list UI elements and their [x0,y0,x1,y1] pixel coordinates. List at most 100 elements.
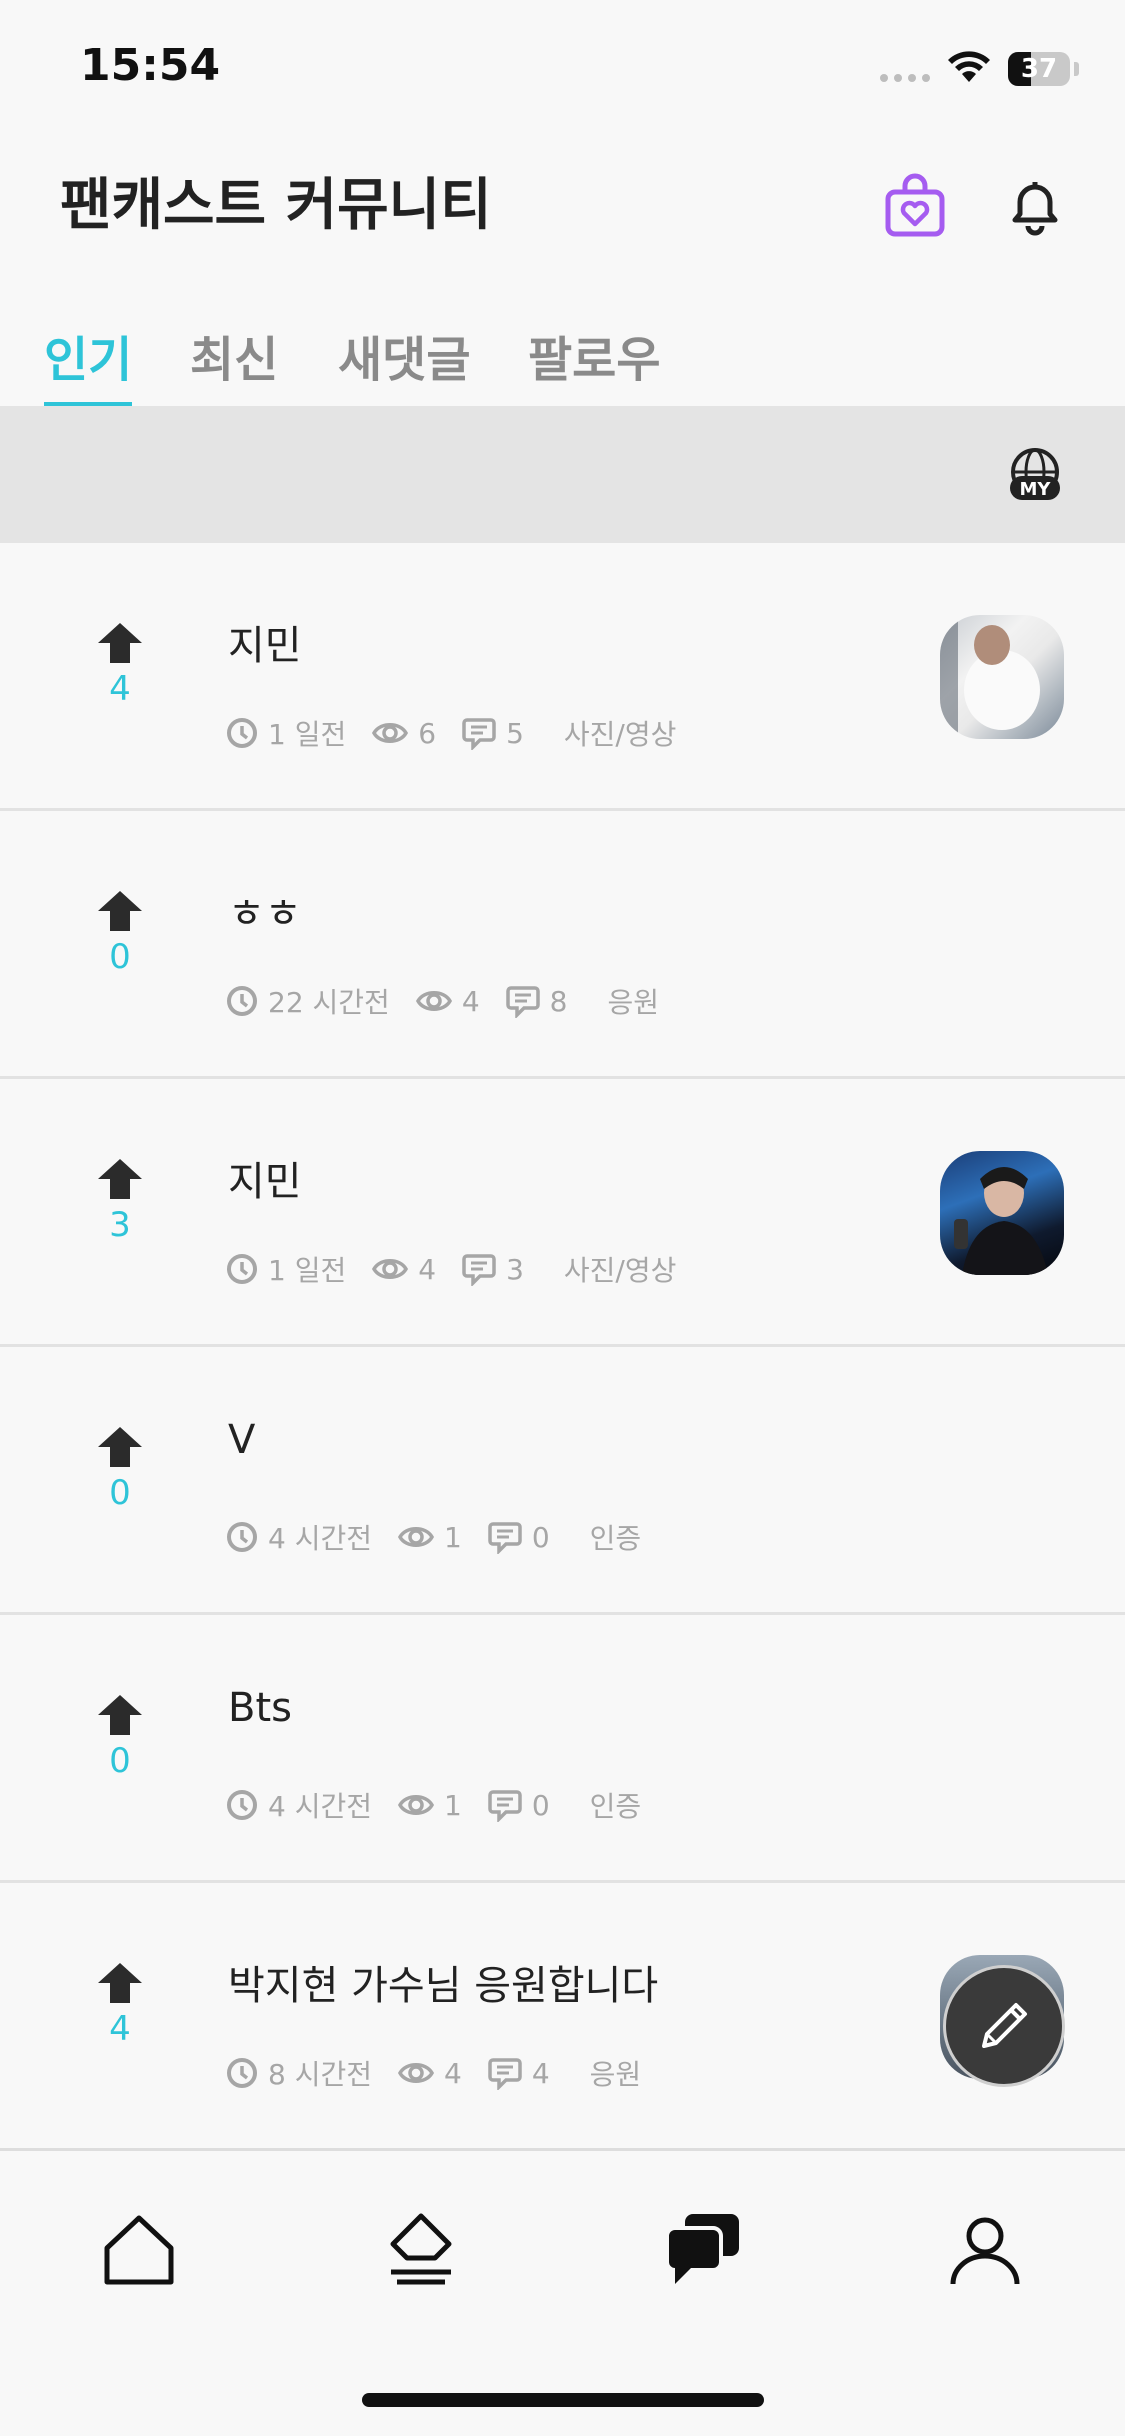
post-meta: 8 시간전 4 4 응원 [226,2053,641,2093]
filter-bar: MY [0,406,1125,543]
eye-icon [372,1259,409,1279]
upvote-arrow-icon[interactable] [96,1157,144,1201]
pencil-icon [982,2003,1027,2048]
comment-count: 3 [506,1252,524,1286]
tab-popular[interactable]: 인기 [44,320,133,406]
status-bar: 15:54 37 [0,0,1125,130]
post-meta: 1 일전 4 3 사진/영상 [226,1249,676,1289]
post-category: 사진/영상 [563,718,677,751]
comment-count: 4 [531,2056,550,2090]
home-icon [104,2215,174,2285]
comment-icon [488,1790,522,1822]
comment-icon [488,2058,522,2090]
post-category: 인증 [589,1790,642,1823]
app-header: 팬캐스트 커뮤니티 [0,130,1125,270]
tab-new-comments[interactable]: 새댓글 [338,320,470,406]
post-item[interactable]: 0 V 4 시간전 1 0 인증 [0,1347,1125,1615]
clock-icon [227,1790,257,1820]
eye-icon [398,1795,434,1815]
bell-icon[interactable] [1000,170,1070,240]
vote-count: 0 [109,1741,131,1781]
post-time: 4 시간전 [268,1790,372,1823]
view-count: 1 [444,1788,462,1822]
post-time: 1 일전 [268,718,347,751]
eye-icon [372,723,409,743]
clock-icon [227,986,257,1016]
vote-widget: 3 [90,1157,150,1245]
eye-icon [415,991,452,1011]
comment-icon [462,1254,496,1286]
post-title: 지민 [228,623,302,669]
post-time: 8 시간전 [268,2058,372,2091]
post-item[interactable]: 4 지민 1 일전 6 5 사진/영상 [0,543,1125,811]
wifi-icon [946,50,992,88]
clock-icon [227,1522,257,1552]
post-title: 박지현 가수님 응원합니다 [228,1963,659,2009]
comment-count: 5 [506,716,524,750]
page-title: 팬캐스트 커뮤니티 [60,173,492,238]
eye-icon [398,1527,434,1547]
vote-widget: 0 [90,889,150,977]
vote-icon [390,2213,452,2285]
vote-widget: 0 [90,1425,150,1513]
vote-count: 4 [109,2009,131,2049]
post-thumbnail[interactable] [940,615,1064,739]
view-count: 4 [444,2056,462,2090]
my-globe-icon[interactable]: MY [1000,446,1070,506]
post-list: 4 지민 1 일전 6 5 사진/영상 0 ㅎㅎ 22 시간전 4 8 응원 3 [0,543,1125,2151]
post-item[interactable]: 0 Bts 4 시간전 1 0 인증 [0,1615,1125,1883]
vote-count: 4 [109,669,131,709]
post-item[interactable]: 0 ㅎㅎ 22 시간전 4 8 응원 [0,811,1125,1079]
post-title: ㅎㅎ [228,891,302,937]
cellular-signal-icon [880,74,932,84]
post-item[interactable]: 3 지민 1 일전 4 3 사진/영상 [0,1079,1125,1347]
post-meta: 4 시간전 1 0 인증 [226,1785,641,1825]
vote-count: 0 [109,1473,131,1513]
post-thumbnail[interactable] [940,1151,1064,1275]
post-meta: 4 시간전 1 0 인증 [226,1517,641,1557]
battery-tip [1074,62,1079,76]
community-chat-icon [665,2214,739,2284]
upvote-arrow-icon[interactable] [96,1693,144,1737]
nav-community[interactable] [658,2205,748,2295]
post-category: 사진/영상 [563,1254,677,1287]
post-meta: 1 일전 6 5 사진/영상 [226,713,676,753]
view-count: 4 [418,1252,437,1286]
vote-widget: 4 [90,621,150,709]
nav-vote[interactable] [376,2205,466,2295]
tab-bar: 인기 최신 새댓글 팔로우 [0,320,1125,406]
post-title: V [228,1417,256,1463]
upvote-arrow-icon[interactable] [96,889,144,933]
clock-icon [227,2058,257,2088]
clock-icon [227,1254,257,1284]
tab-follow[interactable]: 팔로우 [528,320,660,406]
vote-widget: 0 [90,1693,150,1781]
profile-icon [950,2217,1020,2285]
post-category: 응원 [589,2058,642,2091]
post-category: 인증 [589,1522,642,1555]
upvote-arrow-icon[interactable] [96,1961,144,2005]
post-time: 1 일전 [268,1254,347,1287]
battery-icon: 37 [1008,52,1070,86]
comment-icon [462,718,496,750]
clock-icon [227,718,257,748]
nav-home[interactable] [94,2205,184,2295]
post-title: 지민 [228,1159,302,1205]
upvote-arrow-icon[interactable] [96,621,144,665]
comment-count: 0 [531,1520,550,1554]
eye-icon [398,2063,434,2083]
home-indicator [362,2393,764,2407]
nav-profile[interactable] [940,2205,1030,2295]
upvote-arrow-icon[interactable] [96,1425,144,1469]
post-title: Bts [228,1685,292,1731]
shopping-bag-heart-icon[interactable] [880,170,950,240]
post-meta: 22 시간전 4 8 응원 [226,981,659,1021]
status-time: 15:54 [80,40,221,91]
comment-icon [488,1522,522,1554]
tab-latest[interactable]: 최신 [190,320,278,406]
view-count: 1 [444,1520,462,1554]
comment-count: 0 [531,1788,550,1822]
my-icon-label: MY [1020,479,1052,500]
write-post-button[interactable] [943,1965,1065,2087]
post-time: 22 시간전 [268,986,390,1019]
